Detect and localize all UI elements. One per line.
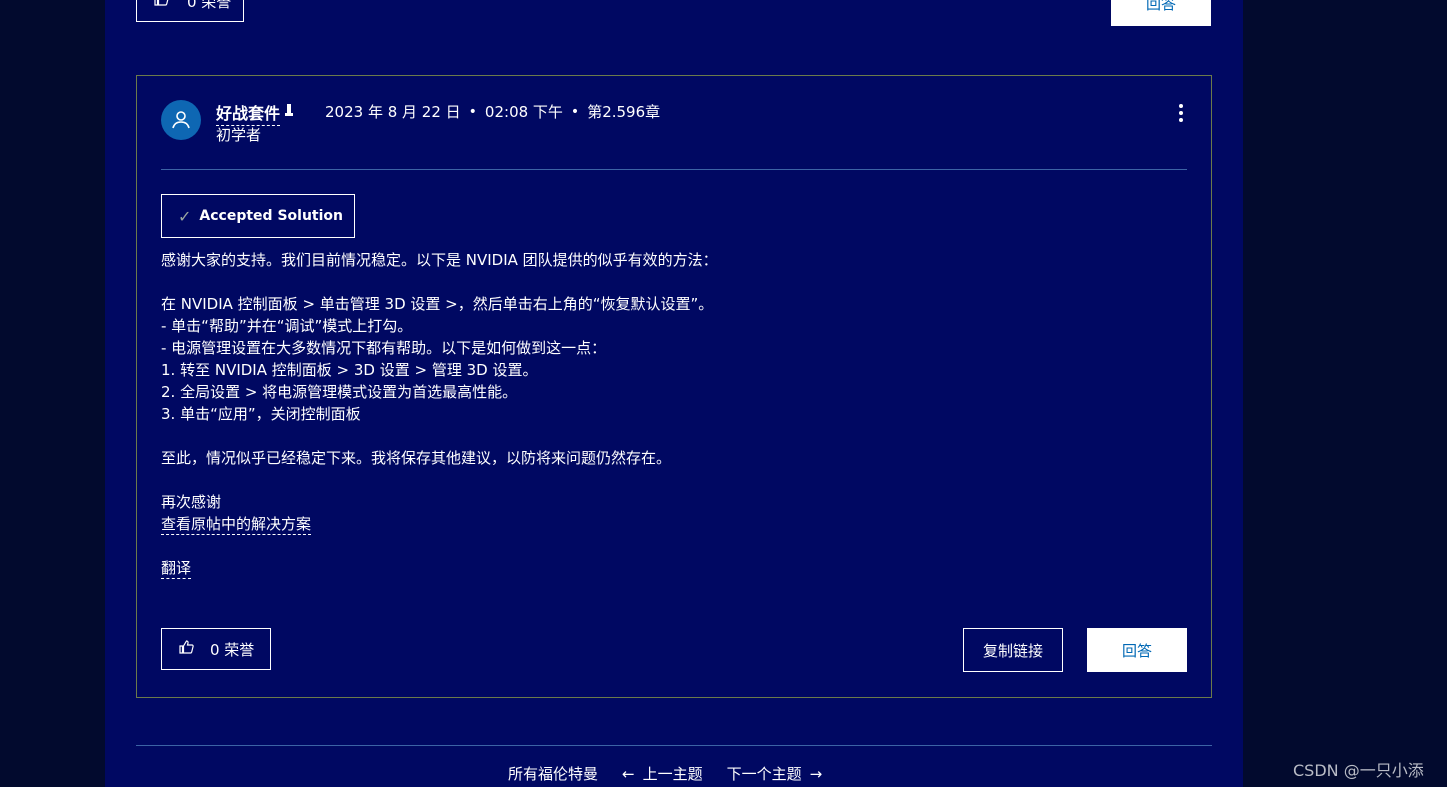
thumbs-up-icon (178, 639, 194, 659)
user-icon (172, 111, 190, 129)
previous-topic-label: 上一主题 (642, 765, 703, 783)
right-margin (1243, 0, 1447, 787)
accepted-solution-label: Accepted Solution (199, 208, 343, 224)
user-badge-icon (284, 103, 294, 121)
forum-post: 好战套件 初学者 2023 年 8 月 22 日 • 02:08 下午 • 第2… (136, 75, 1212, 698)
more-options-icon[interactable] (1175, 104, 1187, 128)
translate-link[interactable]: 翻译 (161, 558, 192, 579)
kudos-count: 0 荣誉 (210, 640, 255, 659)
topic-navigation: 所有福伦特曼 ← 上一主题 下一个主题 → (508, 763, 822, 784)
arrow-left-icon: ← (622, 764, 635, 783)
divider (161, 169, 1187, 170)
next-topic-link[interactable]: 下一个主题 → (727, 763, 823, 784)
body-line: - 电源管理设置在大多数情况下都有帮助。以下是如何做到这一点： (161, 339, 607, 357)
next-topic-label: 下一个主题 (726, 765, 802, 783)
body-line: 感谢大家的支持。我们目前情况稳定。以下是 NVIDIA 团队提供的似乎有效的方法… (161, 251, 718, 269)
previous-post-reply-button[interactable]: 回答 (1111, 0, 1211, 26)
separator-dot: • (468, 103, 477, 120)
kudos-count: 0 荣誉 (187, 0, 232, 11)
post-time: 02:08 下午 (484, 103, 563, 121)
divider (136, 745, 1212, 746)
body-line: - 单击“帮助”并在“调试”模式上打勾。 (161, 317, 413, 335)
copy-link-button[interactable]: 复制链接 (963, 628, 1063, 672)
body-line: 至此，情况似乎已经稳定下来。我将保存其他建议，以防将来问题仍然存在。 (161, 449, 672, 467)
kudos-button[interactable]: 0 荣誉 (161, 628, 271, 670)
check-icon: ✓ (178, 206, 192, 226)
watermark: CSDN @一只小添 (1293, 761, 1424, 780)
accepted-solution-badge: ✓ Accepted Solution (161, 194, 355, 238)
body-line: 3. 单击“应用”，关闭控制面板 (161, 405, 361, 423)
thumbs-up-icon (153, 0, 169, 11)
author-name-link[interactable]: 好战套件 (216, 100, 281, 126)
body-line: 在 NVIDIA 控制面板 > 单击管理 3D 设置 >，然后单击右上角的“恢复… (161, 295, 714, 313)
body-line: 2. 全局设置 > 将电源管理模式设置为首选最高性能。 (161, 383, 518, 401)
arrow-right-icon: → (809, 764, 823, 783)
avatar[interactable] (161, 100, 201, 140)
author-rank: 初学者 (216, 126, 262, 144)
body-line: 再次感谢 (161, 493, 222, 511)
left-margin (0, 0, 105, 787)
reply-button[interactable]: 回答 (1087, 628, 1187, 672)
body-line: 1. 转至 NVIDIA 控制面板 > 3D 设置 > 管理 3D 设置。 (161, 361, 538, 379)
separator-dot: • (570, 103, 580, 120)
post-body: 感谢大家的支持。我们目前情况稳定。以下是 NVIDIA 团队提供的似乎有效的方法… (161, 249, 1181, 579)
all-forums-link[interactable]: 所有福伦特曼 (508, 763, 598, 784)
view-solution-link[interactable]: 查看原帖中的解决方案 (161, 514, 312, 535)
previous-topic-link[interactable]: ← 上一主题 (622, 763, 703, 784)
post-meta: 2023 年 8 月 22 日 • 02:08 下午 • 第2.596章 (325, 101, 660, 122)
message-number: 第2.596章 (587, 103, 661, 121)
post-date: 2023 年 8 月 22 日 (325, 103, 461, 121)
previous-post-kudos-button[interactable]: 0 荣誉 (136, 0, 244, 22)
